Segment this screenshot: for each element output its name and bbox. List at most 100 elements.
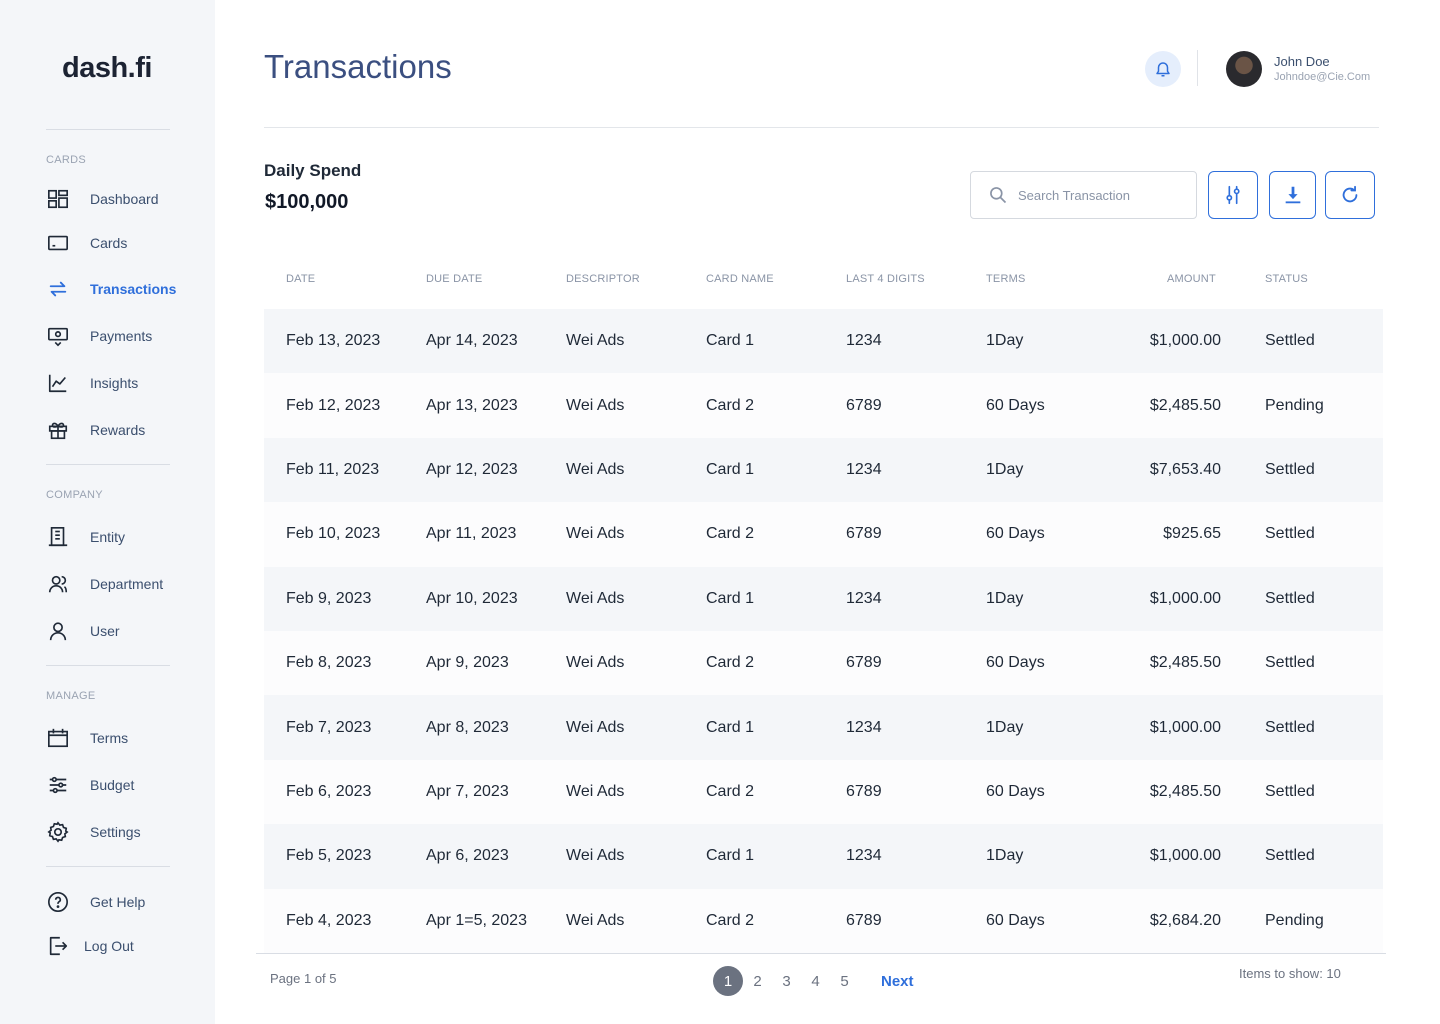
sidebar-item-dashboard[interactable]: Dashboard	[46, 185, 159, 213]
status-cell: Settled	[1265, 460, 1315, 478]
avatar[interactable]	[1226, 51, 1262, 87]
last-4-digits-cell: 6789	[846, 396, 882, 414]
dashboard-icon	[46, 187, 70, 211]
amount-cell: $1,000.00	[1149, 718, 1221, 736]
date-cell: Feb 10, 2023	[286, 525, 381, 543]
sidebar-item-get-help[interactable]: Get Help	[46, 888, 145, 916]
refresh-button[interactable]	[1325, 171, 1375, 219]
status-cell: Pending	[1265, 396, 1324, 414]
date-cell: Feb 12, 2023	[286, 396, 381, 414]
due-date-cell: Apr 8, 2023	[426, 718, 509, 736]
page-number-2[interactable]: 2	[743, 966, 772, 996]
filter-button[interactable]	[1208, 171, 1258, 219]
sidebar-item-entity[interactable]: Entity	[46, 523, 125, 551]
card-name-cell: Card 2	[706, 396, 755, 414]
insights-icon	[46, 371, 70, 395]
table-row[interactable]: Feb 10, 2023 Apr 11, 2023 Wei Ads Card 2 678…	[264, 502, 1383, 567]
column-header-status[interactable]: STATUS	[1265, 273, 1308, 285]
sidebar-item-label: Cards	[90, 235, 128, 251]
descriptor-cell: Wei Ads	[566, 525, 625, 543]
amount-cell: $2,485.50	[1149, 396, 1221, 414]
column-header-date[interactable]: DATE	[286, 273, 315, 285]
descriptor-cell: Wei Ads	[566, 718, 625, 736]
page-number-1[interactable]: 1	[713, 966, 743, 996]
column-header-terms[interactable]: TERMS	[986, 273, 1026, 285]
notifications-button[interactable]	[1145, 51, 1181, 87]
table-row[interactable]: Feb 8, 2023 Apr 9, 2023 Wei Ads Card 2 6789 6…	[264, 630, 1383, 696]
terms-cell: 1Day	[986, 718, 1024, 736]
descriptor-cell: Wei Ads	[566, 847, 625, 865]
amount-cell: $925.65	[1163, 525, 1221, 543]
sidebar-item-user[interactable]: User	[46, 617, 120, 645]
column-header-amount[interactable]: AMOUNT	[1167, 273, 1216, 285]
status-cell: Settled	[1265, 654, 1315, 672]
sidebar-item-transactions[interactable]: Transactions	[46, 275, 176, 303]
column-header-descriptor[interactable]: DESCRIPTOR	[566, 273, 640, 285]
column-header-last-4-digits[interactable]: LAST 4 DIGITS	[846, 273, 925, 285]
sidebar-item-terms[interactable]: Terms	[46, 724, 128, 752]
department-icon	[46, 572, 70, 596]
sidebar-item-insights[interactable]: Insights	[46, 369, 138, 397]
items-to-show[interactable]: Items to show: 10	[1239, 966, 1341, 981]
table-row[interactable]: Feb 11, 2023 Apr 12, 2023 Wei Ads Card 1 123…	[264, 437, 1383, 503]
header-divider-line	[264, 127, 1379, 128]
sidebar-item-label: Terms	[90, 730, 129, 746]
page-number-4[interactable]: 4	[801, 966, 830, 996]
table-row[interactable]: Feb 13, 2023 Apr 14, 2023 Wei Ads Card 1 123…	[264, 309, 1383, 374]
table-row[interactable]: Feb 12, 2023 Apr 13, 2023 Wei Ads Card 2 678…	[264, 373, 1383, 438]
sidebar-item-settings[interactable]: Settings	[46, 818, 141, 846]
transactions-table-body: Feb 13, 2023 Apr 14, 2023 Wei Ads Card 1 123…	[264, 309, 1383, 953]
gift-icon	[46, 418, 70, 442]
card-name-cell: Card 1	[706, 718, 755, 736]
table-row[interactable]: Feb 6, 2023 Apr 7, 2023 Wei Ads Card 2 6789 6…	[264, 759, 1383, 825]
search-input[interactable]	[1018, 187, 1178, 203]
due-date-cell: Apr 14, 2023	[426, 332, 518, 350]
status-cell: Settled	[1265, 525, 1315, 543]
sidebar-item-label: Entity	[90, 529, 126, 545]
sidebar-item-budget[interactable]: Budget	[46, 771, 134, 799]
due-date-cell: Apr 11, 2023	[426, 525, 517, 543]
page-title: Transactions	[264, 48, 452, 85]
last-4-digits-cell: 6789	[846, 654, 882, 672]
last-4-digits-cell: 6789	[846, 525, 882, 543]
due-date-cell: Apr 13, 2023	[426, 396, 518, 414]
sidebar-item-label: Transactions	[90, 281, 177, 297]
sidebar-item-department[interactable]: Department	[46, 570, 163, 598]
terms-cell: 1Day	[986, 460, 1024, 478]
next-page-link[interactable]: Next	[881, 973, 914, 990]
card-name-cell: Card 2	[706, 911, 755, 929]
descriptor-cell: Wei Ads	[566, 782, 625, 800]
search-box[interactable]	[970, 171, 1197, 219]
status-cell: Settled	[1265, 847, 1315, 865]
amount-cell: $2,684.20	[1149, 911, 1221, 929]
sidebar-item-log-out[interactable]: Log Out	[46, 932, 134, 960]
sidebar-item-rewards[interactable]: Rewards	[46, 416, 145, 444]
card-name-cell: Card 1	[706, 460, 755, 478]
column-header-due-date[interactable]: DUE DATE	[426, 273, 482, 285]
last-4-digits-cell: 1234	[846, 460, 882, 478]
card-name-cell: Card 2	[706, 525, 755, 543]
sidebar-item-cards[interactable]: Cards	[46, 229, 127, 257]
last-4-digits-cell: 1234	[846, 847, 882, 865]
last-4-digits-cell: 1234	[846, 589, 882, 607]
transactions-icon	[46, 277, 70, 301]
sidebar-item-label: Rewards	[90, 422, 146, 438]
date-cell: Feb 4, 2023	[286, 911, 372, 929]
terms-cell: 60 Days	[986, 782, 1045, 800]
table-row[interactable]: Feb 5, 2023 Apr 6, 2023 Wei Ads Card 1 1234 1…	[264, 824, 1383, 889]
status-cell: Pending	[1265, 911, 1324, 929]
sidebar-item-payments[interactable]: Payments	[46, 322, 152, 350]
sidebar-item-label: Dashboard	[90, 191, 159, 207]
download-button[interactable]	[1269, 171, 1316, 219]
table-row[interactable]: Feb 4, 2023 Apr 1=5, 2023 Wei Ads Card 2 678…	[264, 888, 1383, 953]
card-name-cell: Card 1	[706, 589, 755, 607]
page-number-3[interactable]: 3	[772, 966, 801, 996]
table-row[interactable]: Feb 7, 2023 Apr 8, 2023 Wei Ads Card 1 1234 1…	[264, 695, 1383, 760]
table-row[interactable]: Feb 9, 2023 Apr 10, 2023 Wei Ads Card 1 1234…	[264, 566, 1383, 631]
column-header-card-name[interactable]: CARD NAME	[706, 273, 774, 285]
page-number-5[interactable]: 5	[830, 966, 859, 996]
amount-cell: $2,485.50	[1149, 654, 1221, 672]
terms-cell: 1Day	[986, 332, 1024, 350]
sidebar-item-label: User	[90, 623, 120, 639]
terms-cell: 1Day	[986, 847, 1024, 865]
